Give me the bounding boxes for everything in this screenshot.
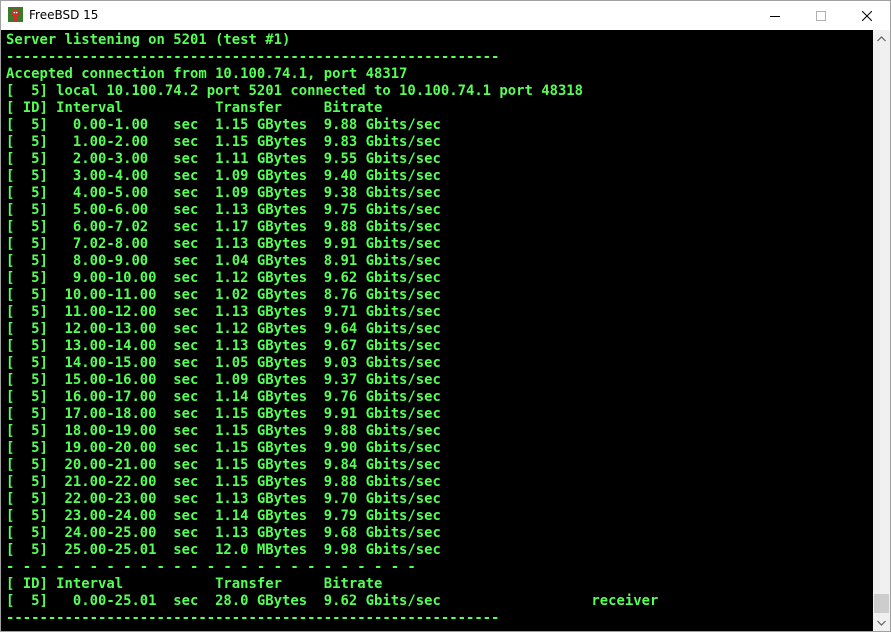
freebsd-daemon-icon bbox=[8, 7, 23, 22]
terminal-output[interactable]: Server listening on 5201 (test #1) -----… bbox=[1, 30, 873, 631]
terminal-line: [ 5] 19.00-20.00 sec 1.15 GBytes 9.90 Gb… bbox=[6, 440, 441, 456]
terminal-line: [ 5] 14.00-15.00 sec 1.05 GBytes 9.03 Gb… bbox=[6, 355, 441, 371]
scroll-thumb[interactable] bbox=[874, 594, 889, 613]
terminal-line: [ 5] 10.00-11.00 sec 1.02 GBytes 8.76 Gb… bbox=[6, 287, 441, 303]
terminal-line: [ ID] Interval Transfer Bitrate bbox=[6, 576, 383, 592]
terminal-line: [ 5] 13.00-14.00 sec 1.13 GBytes 9.67 Gb… bbox=[6, 338, 441, 354]
terminal-line: [ 5] 17.00-18.00 sec 1.15 GBytes 9.91 Gb… bbox=[6, 406, 441, 422]
terminal-line: [ 5] 2.00-3.00 sec 1.11 GBytes 9.55 Gbit… bbox=[6, 151, 441, 167]
maximize-icon bbox=[816, 10, 826, 21]
terminal-line: [ 5] 24.00-25.00 sec 1.13 GBytes 9.68 Gb… bbox=[6, 525, 441, 541]
terminal-line: [ 5] 1.00-2.00 sec 1.15 GBytes 9.83 Gbit… bbox=[6, 134, 441, 150]
scroll-up-button[interactable] bbox=[873, 30, 890, 47]
terminal-line: [ 5] 15.00-16.00 sec 1.09 GBytes 9.37 Gb… bbox=[6, 372, 441, 388]
terminal-line: [ 5] 11.00-12.00 sec 1.13 GBytes 9.71 Gb… bbox=[6, 304, 441, 320]
terminal-line: ----------------------------------------… bbox=[6, 49, 500, 65]
window-title: FreeBSD 15 bbox=[29, 8, 99, 22]
minimize-button[interactable] bbox=[752, 1, 798, 30]
terminal-line: [ 5] 22.00-23.00 sec 1.13 GBytes 9.70 Gb… bbox=[6, 491, 441, 507]
terminal-line: [ 5] 9.00-10.00 sec 1.12 GBytes 9.62 Gbi… bbox=[6, 270, 441, 286]
chevron-up-icon bbox=[877, 35, 886, 41]
vertical-scrollbar[interactable] bbox=[873, 30, 890, 631]
terminal-line: [ 5] 6.00-7.02 sec 1.17 GBytes 9.88 Gbit… bbox=[6, 219, 441, 235]
minimize-icon bbox=[770, 15, 780, 17]
terminal-line: [ 5] 3.00-4.00 sec 1.09 GBytes 9.40 Gbit… bbox=[6, 168, 441, 184]
close-button[interactable] bbox=[844, 1, 890, 30]
terminal-window: FreeBSD 15 Server listening on 5201 (tes… bbox=[0, 0, 891, 632]
terminal-line: [ 5] 18.00-19.00 sec 1.15 GBytes 9.88 Gb… bbox=[6, 423, 441, 439]
close-icon bbox=[862, 10, 872, 21]
terminal-line: [ 5] 0.00-25.01 sec 28.0 GBytes 9.62 Gbi… bbox=[6, 593, 659, 609]
terminal-line: [ 5] 21.00-22.00 sec 1.15 GBytes 9.88 Gb… bbox=[6, 474, 441, 490]
terminal-line: [ 5] 4.00-5.00 sec 1.09 GBytes 9.38 Gbit… bbox=[6, 185, 441, 201]
terminal-lines: Server listening on 5201 (test #1) -----… bbox=[6, 32, 658, 627]
terminal-line: [ 5] local 10.100.74.2 port 5201 connect… bbox=[6, 83, 584, 99]
title-bar[interactable]: FreeBSD 15 bbox=[1, 1, 890, 30]
terminal-line: [ 5] 0.00-1.00 sec 1.15 GBytes 9.88 Gbit… bbox=[6, 117, 441, 133]
maximize-button[interactable] bbox=[798, 1, 844, 30]
terminal-line: ----------------------------------------… bbox=[6, 610, 500, 626]
terminal-line: [ 5] 16.00-17.00 sec 1.14 GBytes 9.76 Gb… bbox=[6, 389, 441, 405]
terminal-line: Server listening on 5201 (test #1) bbox=[6, 32, 291, 48]
terminal-line: [ 5] 5.00-6.00 sec 1.13 GBytes 9.75 Gbit… bbox=[6, 202, 441, 218]
scroll-down-button[interactable] bbox=[873, 614, 890, 631]
terminal-line: [ 5] 25.00-25.01 sec 12.0 MBytes 9.98 Gb… bbox=[6, 542, 441, 558]
terminal-line: [ ID] Interval Transfer Bitrate bbox=[6, 100, 383, 116]
terminal-line: [ 5] 12.00-13.00 sec 1.12 GBytes 9.64 Gb… bbox=[6, 321, 441, 337]
terminal-line: Accepted connection from 10.100.74.1, po… bbox=[6, 66, 408, 82]
terminal-line: [ 5] 23.00-24.00 sec 1.14 GBytes 9.79 Gb… bbox=[6, 508, 441, 524]
terminal-line: [ 5] 7.02-8.00 sec 1.13 GBytes 9.91 Gbit… bbox=[6, 236, 441, 252]
chevron-down-icon bbox=[877, 620, 886, 626]
terminal-line: - - - - - - - - - - - - - - - - - - - - … bbox=[6, 559, 416, 575]
terminal-line: [ 5] 20.00-21.00 sec 1.15 GBytes 9.84 Gb… bbox=[6, 457, 441, 473]
terminal-line: [ 5] 8.00-9.00 sec 1.04 GBytes 8.91 Gbit… bbox=[6, 253, 441, 269]
